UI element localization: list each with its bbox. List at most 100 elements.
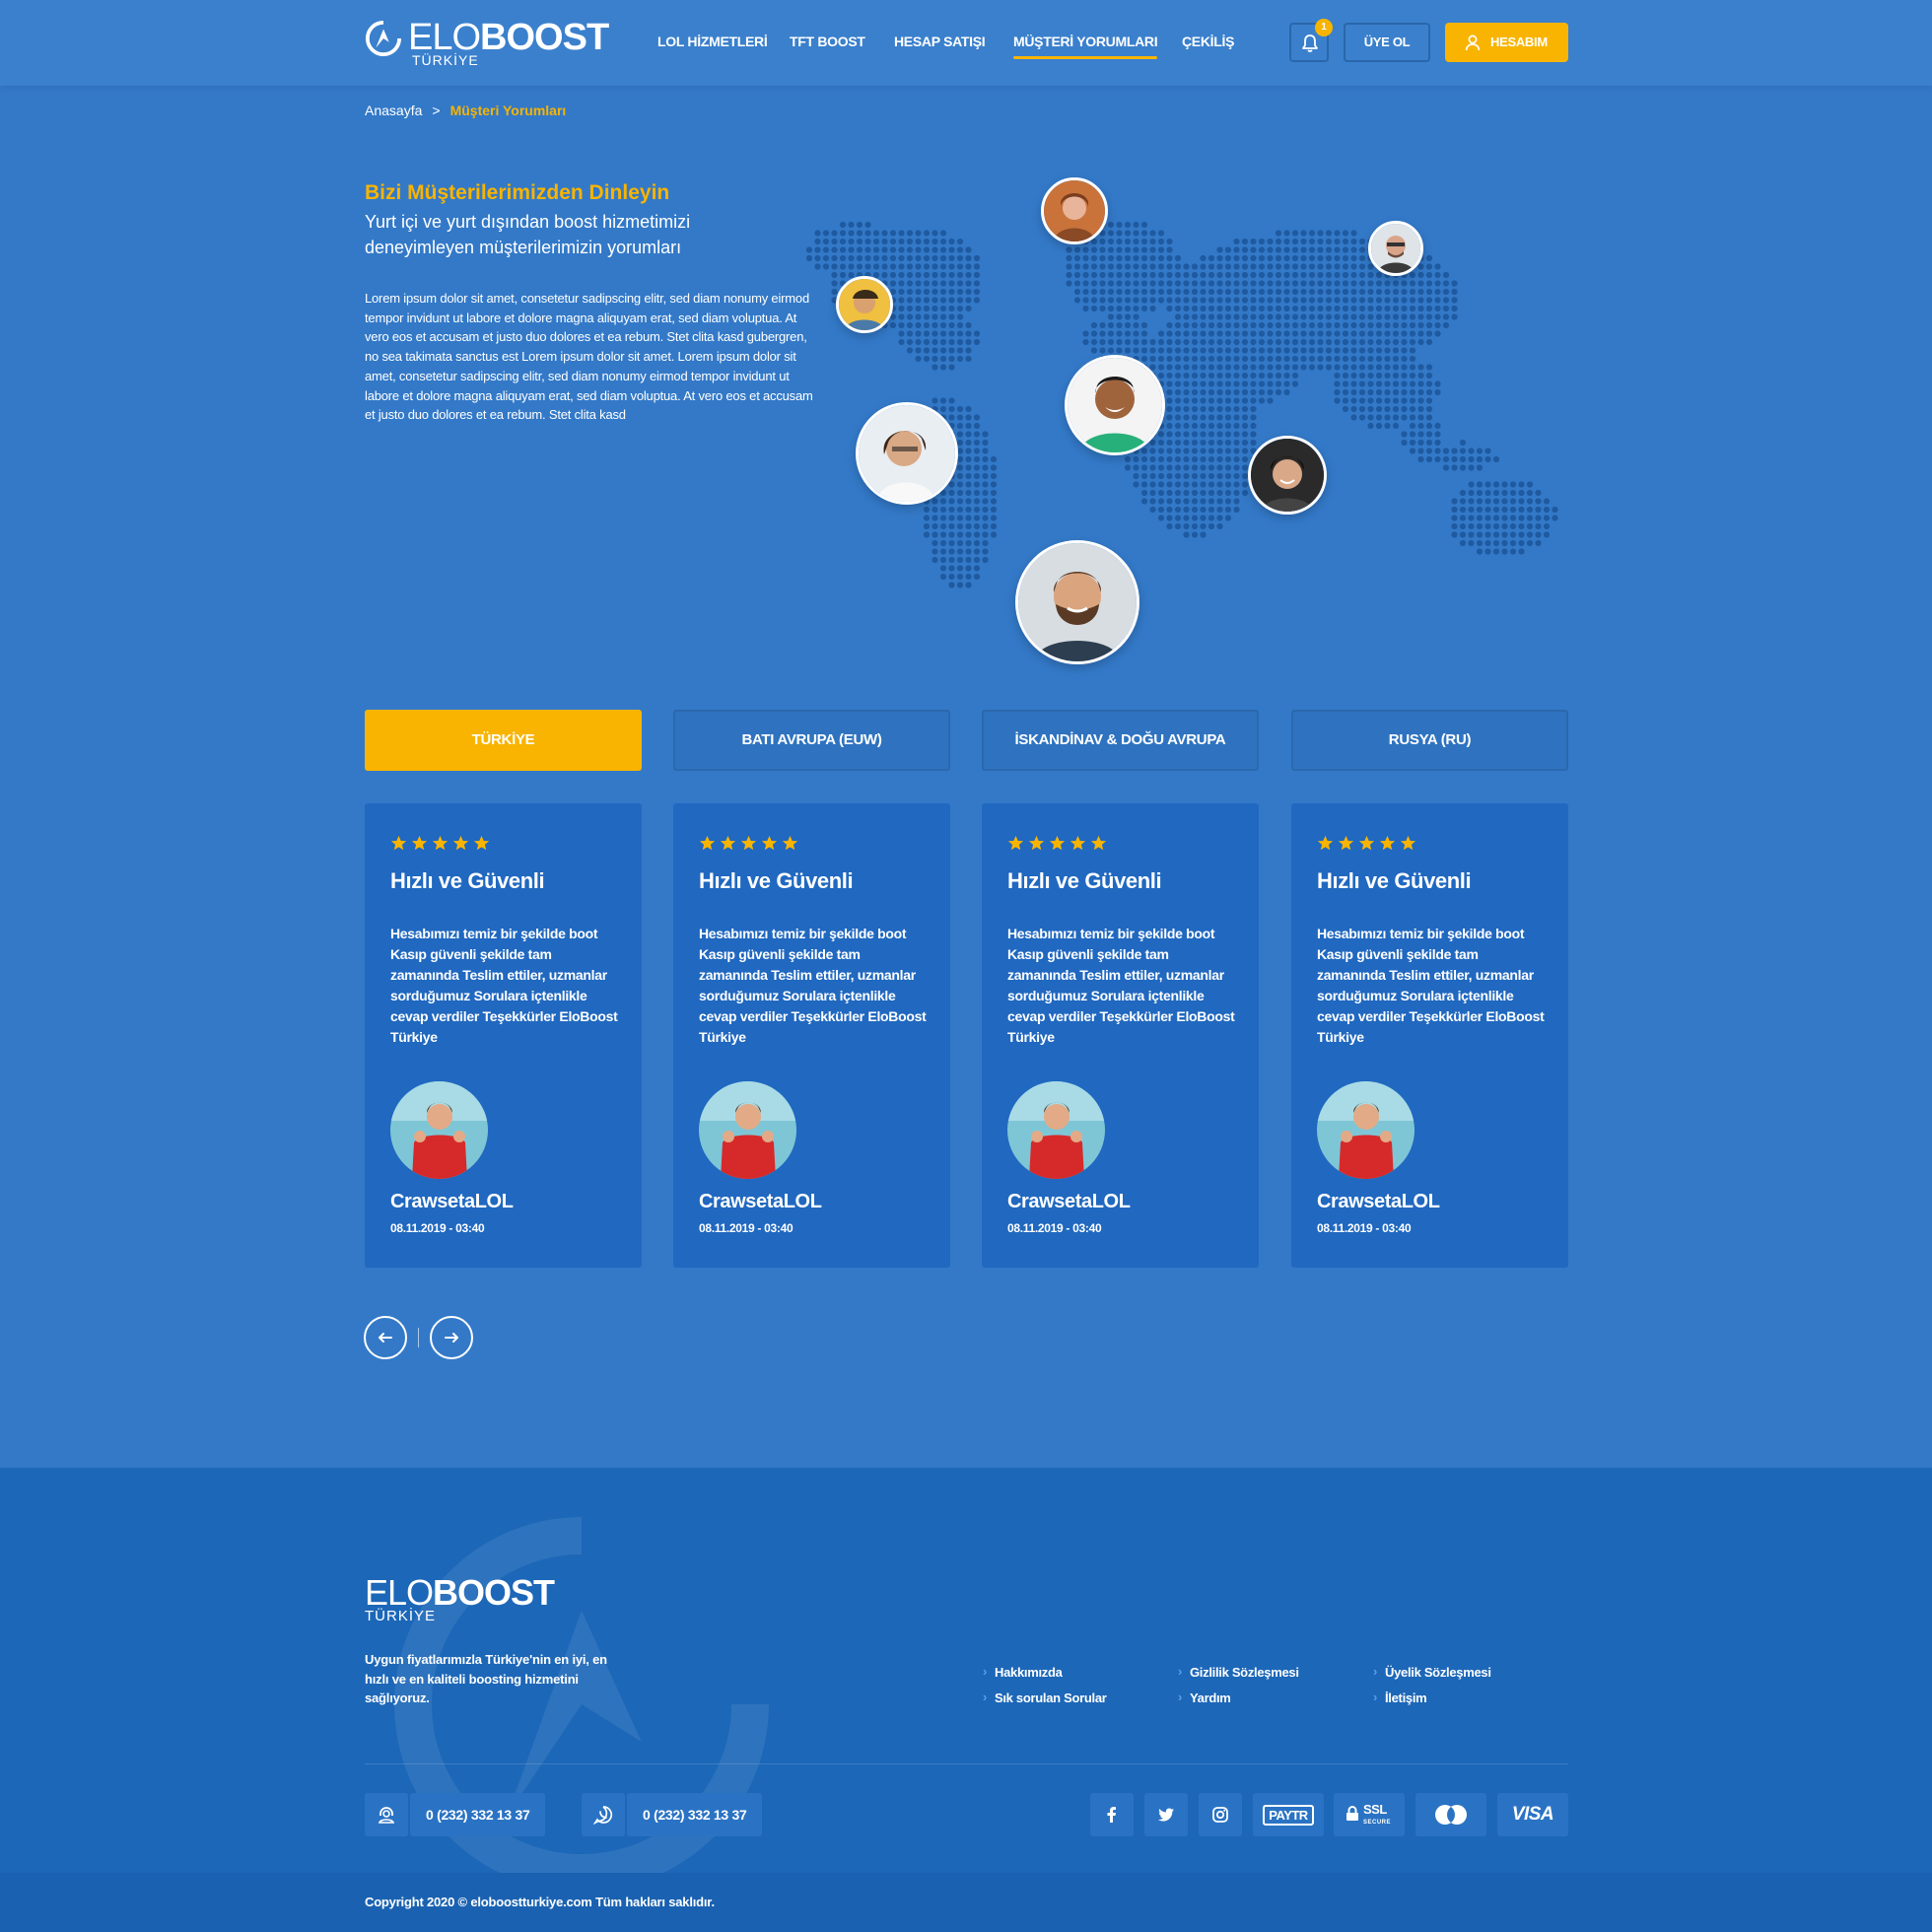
map-dot <box>1484 481 1491 488</box>
customer-avatar <box>836 276 893 333</box>
breadcrumb-home[interactable]: Anasayfa <box>365 103 422 118</box>
map-dot <box>939 397 947 404</box>
map-dot <box>1216 330 1223 337</box>
map-dot <box>973 464 981 471</box>
map-dot <box>915 347 922 354</box>
map-dot <box>1384 422 1391 430</box>
signup-button[interactable]: ÜYE OL <box>1344 23 1430 62</box>
map-dot <box>1216 355 1223 363</box>
footer-link-contact[interactable]: İletişim <box>1373 1690 1427 1705</box>
map-dot <box>1250 330 1257 337</box>
map-dot <box>1191 481 1199 488</box>
footer-link-help[interactable]: Yardım <box>1178 1690 1231 1705</box>
map-dot <box>1535 506 1542 514</box>
map-dot <box>932 397 938 404</box>
map-dot <box>1133 305 1139 312</box>
map-dot <box>1241 280 1249 287</box>
instagram-button[interactable] <box>1199 1793 1242 1836</box>
review-date: 08.11.2019 - 03:40 <box>390 1221 485 1235</box>
map-dot <box>1200 481 1207 488</box>
footer-link-membership[interactable]: Üyelik Sözleşmesi <box>1373 1664 1491 1680</box>
map-dot <box>1392 305 1400 312</box>
map-dot <box>1291 330 1299 337</box>
tab-russia[interactable]: RUSYA (RU) <box>1291 710 1568 771</box>
map-dot <box>965 288 972 296</box>
account-button[interactable]: HESABIM <box>1445 23 1568 62</box>
map-dot <box>864 238 871 245</box>
map-dot <box>1308 280 1316 287</box>
map-dot <box>906 305 914 312</box>
map-dot <box>1509 515 1517 521</box>
prev-button[interactable] <box>364 1316 407 1359</box>
map-dot <box>948 313 955 320</box>
map-dot <box>982 489 989 497</box>
map-dot <box>1484 548 1491 555</box>
map-dot <box>1216 280 1223 287</box>
map-dot <box>923 347 931 354</box>
map-dot <box>1157 481 1165 488</box>
footer-logo[interactable]: ELOBOOST TÜRKİYE <box>365 1574 601 1625</box>
map-dot <box>1183 439 1190 447</box>
phone-number[interactable]: 0 (232) 332 13 37 <box>410 1793 546 1836</box>
footer-link-privacy[interactable]: Gizlilik Sözleşmesi <box>1178 1664 1299 1680</box>
map-dot <box>1224 422 1232 430</box>
map-dot <box>864 254 871 262</box>
map-dot <box>1468 515 1475 521</box>
tab-turkiye[interactable]: TÜRKİYE <box>365 710 642 771</box>
map-dot <box>1191 330 1199 337</box>
map-dot <box>1208 489 1215 497</box>
map-dot <box>923 515 931 521</box>
twitter-button[interactable] <box>1144 1793 1188 1836</box>
nav-lol-services[interactable]: LOL HİZMETLERİ <box>657 34 768 49</box>
map-dot <box>1099 347 1106 354</box>
map-dot <box>1233 422 1240 430</box>
map-dot <box>1267 254 1274 262</box>
footer-link-about[interactable]: Hakkımızda <box>983 1664 1063 1680</box>
facebook-button[interactable] <box>1090 1793 1134 1836</box>
breadcrumb-separator: > <box>432 103 441 118</box>
map-dot <box>1425 364 1433 371</box>
map-dot <box>1208 364 1215 371</box>
map-dot <box>956 254 964 262</box>
next-button[interactable] <box>430 1316 473 1359</box>
whatsapp-number[interactable]: 0 (232) 332 13 37 <box>627 1793 763 1836</box>
map-dot <box>956 246 964 253</box>
map-dot <box>1451 297 1458 304</box>
tab-nordic-east-europe[interactable]: İSKANDİNAV & DOĞU AVRUPA <box>982 710 1259 771</box>
map-dot <box>1250 238 1257 245</box>
map-dot <box>1526 539 1534 547</box>
map-dot <box>965 280 972 287</box>
breadcrumb-current: Müşteri Yorumları <box>449 103 567 118</box>
map-dot <box>1442 271 1450 279</box>
map-dot <box>1459 506 1467 514</box>
map-dot <box>1149 280 1156 287</box>
map-dot <box>923 238 931 245</box>
map-dot <box>1367 330 1374 337</box>
map-dot <box>1325 246 1333 253</box>
map-dot <box>1409 347 1416 354</box>
map-dot <box>1425 405 1433 413</box>
brand-logo[interactable]: ELOBOOST TÜRKİYE <box>365 18 609 69</box>
map-dot <box>1183 531 1190 538</box>
map-dot <box>1367 397 1374 404</box>
breadcrumb: Anasayfa > Müşteri Yorumları <box>365 103 566 118</box>
map-dot <box>1484 498 1491 505</box>
map-dot <box>965 506 972 514</box>
nav-giveaway[interactable]: ÇEKİLİŞ <box>1182 34 1234 49</box>
tab-west-europe[interactable]: BATI AVRUPA (EUW) <box>673 710 950 771</box>
map-dot <box>1275 288 1282 296</box>
nav-customer-reviews[interactable]: MÜŞTERİ YORUMLARI <box>1013 34 1158 59</box>
map-dot <box>915 297 922 304</box>
map-dot <box>1241 313 1249 320</box>
map-dot <box>965 582 972 588</box>
map-dot <box>1208 522 1215 530</box>
map-dot <box>1224 472 1232 480</box>
map-dot <box>1090 246 1098 253</box>
map-dot <box>1334 355 1341 363</box>
map-dot <box>1241 422 1249 430</box>
map-dot <box>1283 297 1290 304</box>
nav-account-sales[interactable]: HESAP SATIŞI <box>894 34 986 49</box>
nav-tft-boost[interactable]: TFT BOOST <box>790 34 865 49</box>
footer-link-faq[interactable]: Sık sorulan Sorular <box>983 1690 1107 1705</box>
map-dot <box>1484 506 1491 514</box>
